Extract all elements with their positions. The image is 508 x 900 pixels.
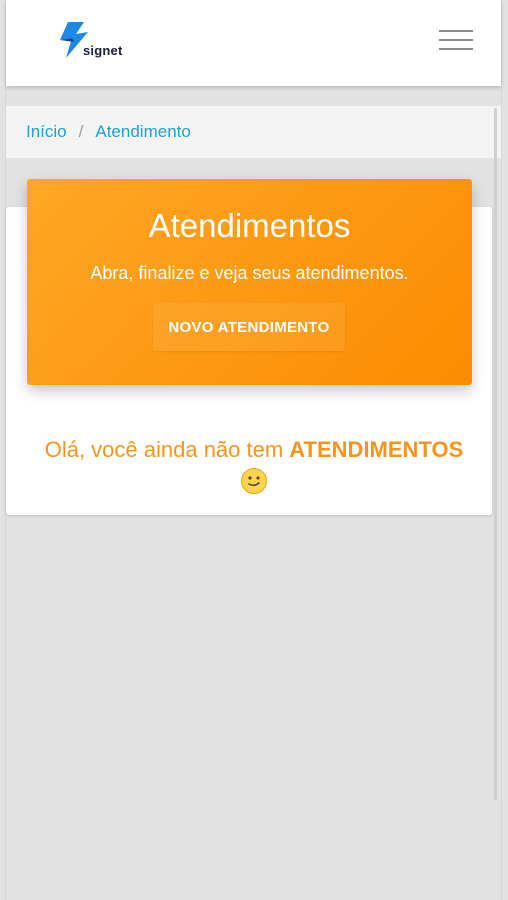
empty-state-prefix: Olá, você ainda não tem [44, 437, 290, 462]
atendimentos-header: Atendimentos Abra, finalize e veja seus … [27, 179, 472, 385]
signet-logo[interactable]: signet [58, 20, 138, 64]
breadcrumb-separator: / [78, 122, 84, 141]
breadcrumb-item-inicio[interactable]: Início [26, 122, 67, 142]
breadcrumb-item-atendimento[interactable]: Atendimento [95, 122, 190, 142]
top-navbar: signet [6, 0, 501, 86]
menu-bar [439, 30, 473, 32]
menu-bar [439, 39, 473, 41]
empty-state-message: Olá, você ainda não tem ATENDIMENTOS [0, 435, 508, 503]
hamburger-menu-button[interactable] [439, 30, 473, 56]
empty-state-highlight: ATENDIMENTOS [289, 437, 464, 462]
novo-atendimento-button[interactable]: NOVO ATENDIMENTO [153, 303, 345, 351]
page-subtitle: Abra, finalize e veja seus atendimentos. [90, 263, 409, 283]
smile-emoji-icon [240, 467, 268, 503]
menu-bar [439, 48, 473, 50]
breadcrumb: Início / Atendimento [6, 106, 501, 158]
page-title: Atendimentos [148, 207, 351, 244]
logo-text: signet [83, 43, 123, 58]
